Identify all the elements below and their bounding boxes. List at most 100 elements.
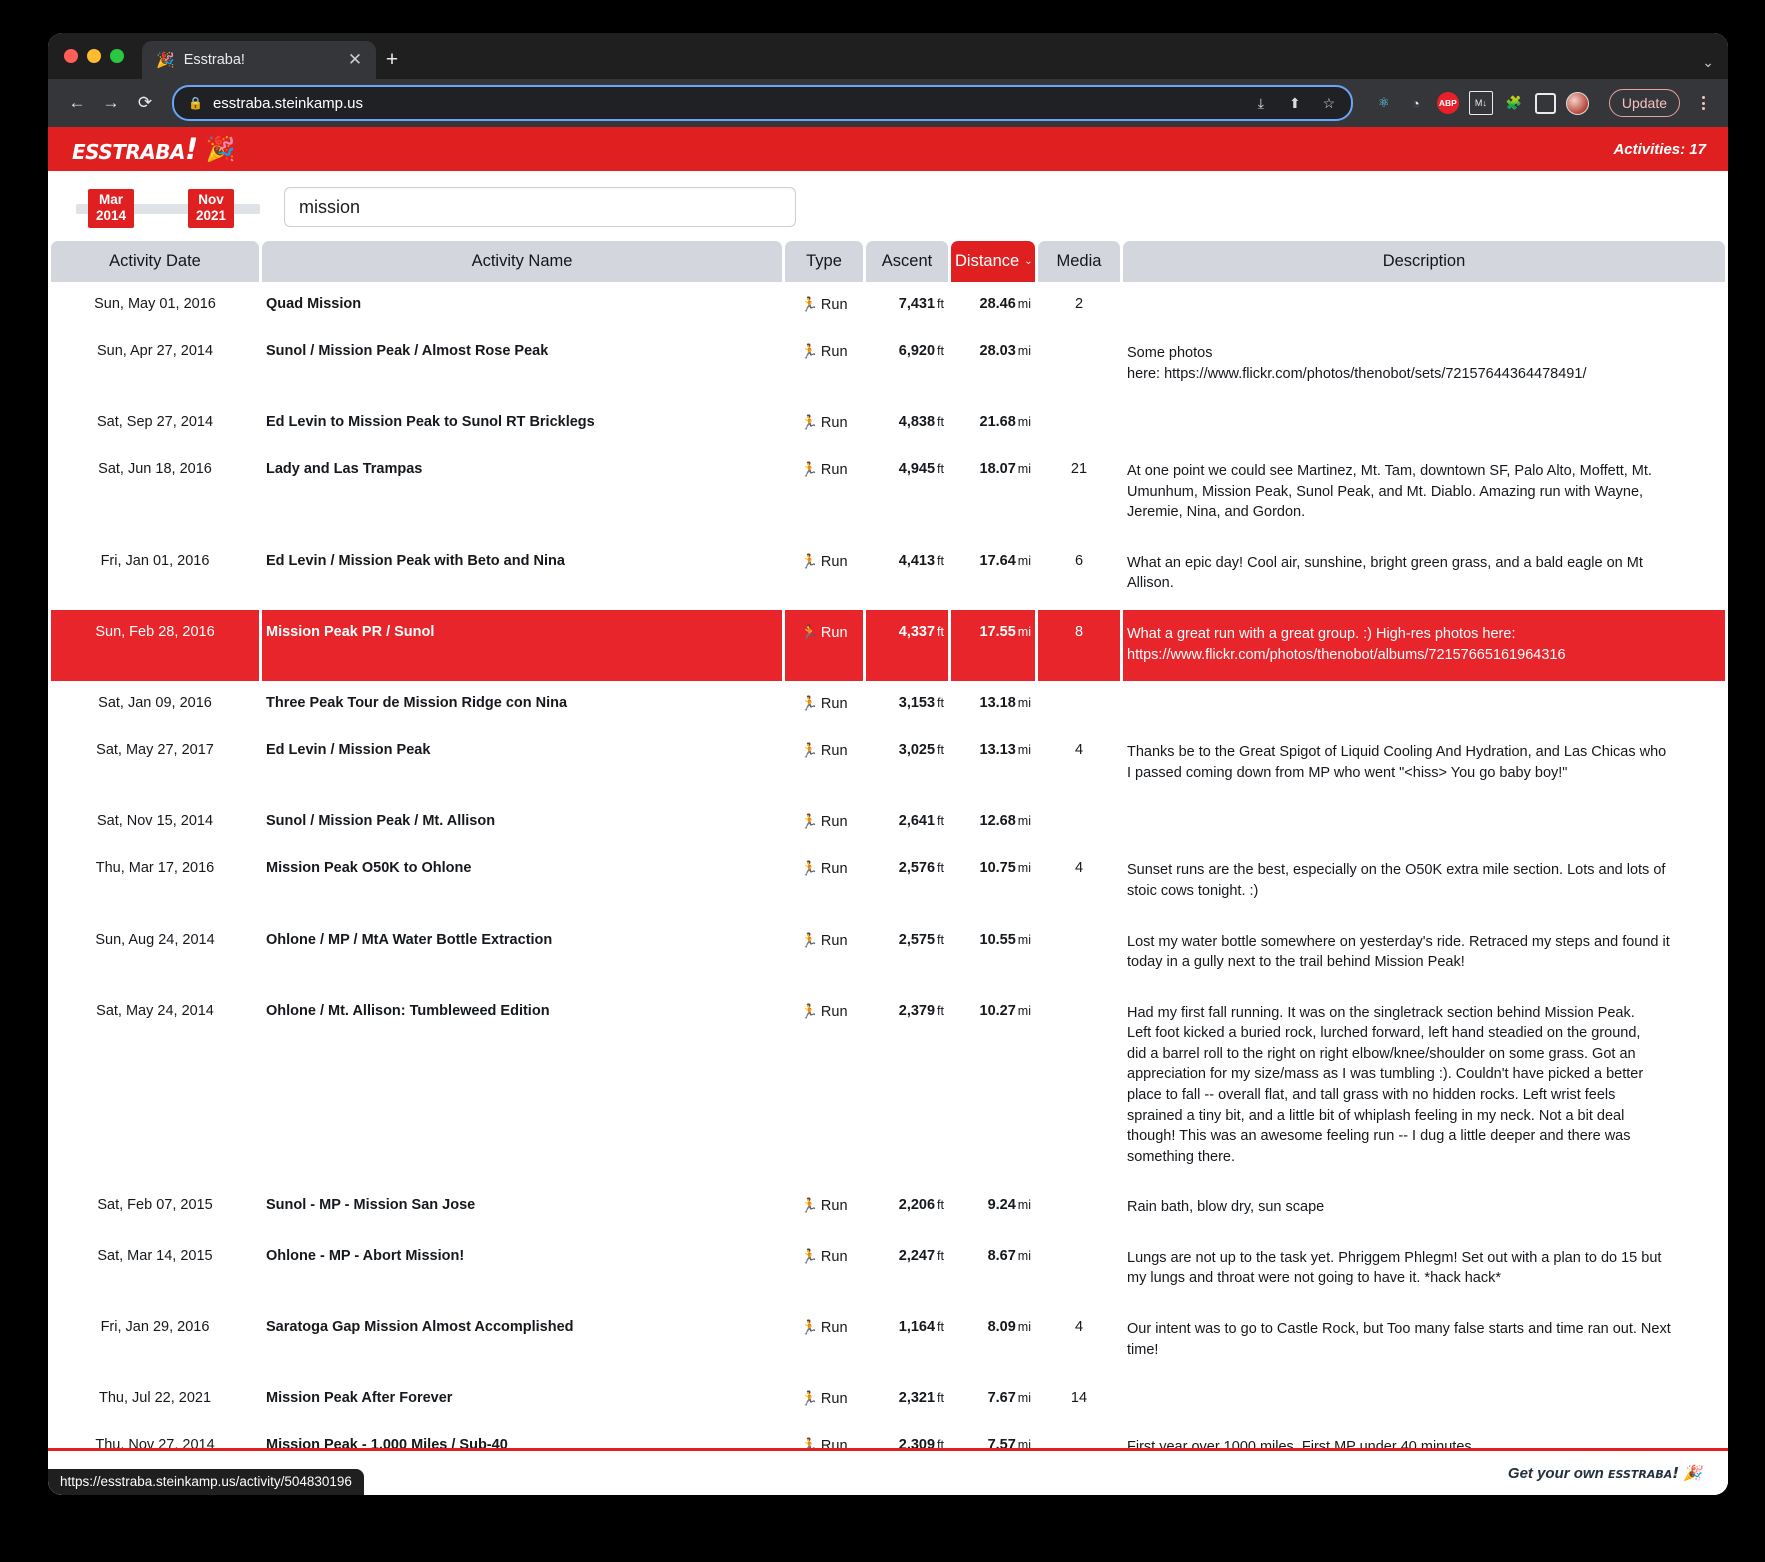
activity-name-link[interactable]: Quad Mission (266, 296, 361, 312)
column-header-media[interactable]: Media (1038, 241, 1120, 282)
browser-tab[interactable]: 🎉 Esstraba! ✕ (142, 41, 376, 79)
activity-name-link[interactable]: Lady and Las Trampas (266, 461, 422, 477)
activity-name-link[interactable]: Mission Peak PR / Sunol (266, 624, 434, 640)
close-window-button[interactable] (64, 49, 78, 63)
reload-button[interactable]: ⟳ (130, 88, 160, 118)
slider-start-year: 2014 (96, 208, 126, 223)
column-header-activity-name[interactable]: Activity Name (262, 241, 782, 282)
update-button[interactable]: Update (1609, 89, 1680, 117)
tab-list-chevron-icon[interactable]: ⌄ (1702, 54, 1714, 71)
profile-avatar[interactable] (1566, 92, 1589, 115)
table-row[interactable]: Fri, Jan 01, 2016Ed Levin / Mission Peak… (51, 539, 1725, 610)
slider-handle-start[interactable]: Mar 2014 (88, 189, 134, 228)
table-row[interactable]: Thu, Mar 17, 2016Mission Peak O50K to Oh… (51, 846, 1725, 917)
react-devtools-icon[interactable]: ⚛ (1373, 92, 1395, 114)
cell-activity-date: Sat, Feb 07, 2015 (51, 1183, 259, 1234)
cell-activity-date: Sun, Apr 27, 2014 (51, 329, 259, 400)
table-row[interactable]: Sat, Jan 09, 2016Three Peak Tour de Miss… (51, 681, 1725, 728)
table-row[interactable]: Sat, May 27, 2017 Ed Levin / Mission Peak… (51, 728, 1725, 799)
cell-activity-date: Sat, May 27, 2017 (51, 728, 259, 799)
distance-unit: mi (1018, 696, 1031, 710)
cell-activity-name: Ohlone - MP - Abort Mission! (262, 1234, 782, 1305)
running-person-icon: 🏃 (800, 1197, 817, 1213)
circle-extension-icon[interactable]: ◔ (1405, 92, 1427, 114)
table-row[interactable]: Sat, May 24, 2014Ohlone / Mt. Allison: T… (51, 989, 1725, 1184)
cell-activity-name: Sunol - MP - Mission San Jose (262, 1183, 782, 1234)
new-tab-button[interactable]: + (376, 41, 408, 79)
table-header-row: Activity Date Activity Name Type Ascent … (51, 241, 1725, 282)
column-header-type[interactable]: Type (785, 241, 863, 282)
table-row[interactable]: Sun, Apr 27, 2014 Sunol / Mission Peak / … (51, 329, 1725, 400)
ascent-unit: ft (937, 1004, 944, 1018)
table-row[interactable]: Sat, Nov 15, 2014Sunol / Mission Peak / … (51, 799, 1725, 846)
cell-activity-date: Sun, May 01, 2016 (51, 282, 259, 329)
markdown-download-icon[interactable]: M↓ (1469, 91, 1493, 115)
activity-name-link[interactable]: Mission Peak After Forever (266, 1390, 452, 1406)
extensions-puzzle-icon[interactable]: 🧩 (1503, 92, 1525, 114)
back-button[interactable]: ← (62, 88, 92, 118)
table-row[interactable]: Sat, Mar 14, 2015Ohlone - MP - Abort Mis… (51, 1234, 1725, 1305)
slider-handle-end[interactable]: Nov 2021 (188, 189, 234, 228)
adblock-plus-icon[interactable]: ABP (1437, 92, 1459, 114)
description-line: sprained a tiny bit, and a little bit of… (1127, 1106, 1721, 1127)
distance-value: 10.75 (980, 860, 1016, 876)
cell-media-count: 21 (1038, 447, 1120, 539)
activity-type-text: Run (821, 814, 848, 830)
cell-activity-name: Mission Peak PR / Sunol (262, 610, 782, 681)
activity-name-link[interactable]: Mission Peak O50K to Ohlone (266, 860, 471, 876)
cell-activity-type: 🏃Run (785, 1376, 863, 1423)
table-row[interactable]: Sun, May 01, 2016Quad Mission🏃Run7,431ft… (51, 282, 1725, 329)
get-your-own-link[interactable]: Get your own Esstraba! 🎉 (1508, 1464, 1702, 1482)
table-row[interactable]: Sun, Aug 24, 2014Ohlone / MP / MtA Water… (51, 918, 1725, 989)
maximize-window-button[interactable] (110, 49, 124, 63)
activity-name-link[interactable]: Saratoga Gap Mission Almost Accomplished (266, 1319, 574, 1335)
browser-tab-strip: 🎉 Esstraba! ✕ + ⌄ (48, 33, 1728, 79)
search-input[interactable]: mission (284, 187, 796, 227)
column-header-distance[interactable]: Distance⌄ (951, 241, 1035, 282)
table-row[interactable]: Sat, Feb 07, 2015 Sunol - MP - Mission Sa… (51, 1183, 1725, 1234)
activity-name-link[interactable]: Ed Levin / Mission Peak with Beto and Ni… (266, 553, 565, 569)
forward-button[interactable]: → (96, 88, 126, 118)
ascent-value: 4,838 (899, 414, 935, 430)
description-line: Lost my water bottle somewhere on yester… (1127, 932, 1721, 953)
brand[interactable]: Esstraba! 🎉 (72, 132, 236, 166)
side-panel-icon[interactable] (1535, 93, 1556, 114)
cell-description (1123, 282, 1725, 329)
browser-menu-kebab-icon[interactable] (1692, 96, 1714, 110)
install-app-icon[interactable]: ⤓ (1249, 91, 1273, 115)
cell-ascent: 4,945ft (866, 447, 948, 539)
cell-activity-date: Sat, Jun 18, 2016 (51, 447, 259, 539)
ascent-unit: ft (937, 861, 944, 875)
activity-name-link[interactable]: Sunol / Mission Peak / Almost Rose Peak (266, 343, 548, 359)
table-row[interactable]: Sun, Feb 28, 2016Mission Peak PR / Sunol… (51, 610, 1725, 681)
activity-type-text: Run (821, 462, 848, 478)
activity-name-link[interactable]: Ohlone - MP - Abort Mission! (266, 1248, 464, 1264)
activity-name-link[interactable]: Three Peak Tour de Mission Ridge con Nin… (266, 695, 567, 711)
table-row[interactable]: Thu, Jul 22, 2021Mission Peak After Fore… (51, 1376, 1725, 1423)
column-header-ascent[interactable]: Ascent (866, 241, 948, 282)
description-line: Some photos (1127, 343, 1721, 364)
share-icon[interactable]: ⬆ (1283, 91, 1307, 115)
table-row[interactable]: Fri, Jan 29, 2016Saratoga Gap Mission Al… (51, 1305, 1725, 1376)
bookmark-star-icon[interactable]: ☆ (1317, 91, 1341, 115)
cell-description: Sunset runs are the best, especially on … (1123, 846, 1725, 917)
activity-name-link[interactable]: Ed Levin / Mission Peak (266, 742, 430, 758)
date-range-slider[interactable]: Mar 2014 Nov 2021 (70, 185, 266, 229)
activity-name-link[interactable]: Ed Levin to Mission Peak to Sunol RT Bri… (266, 414, 595, 430)
cell-activity-name: Mission Peak After Forever (262, 1376, 782, 1423)
close-tab-icon[interactable]: ✕ (344, 49, 366, 71)
activity-name-link[interactable]: Sunol / Mission Peak / Mt. Allison (266, 813, 495, 829)
table-row[interactable]: Sat, Sep 27, 2014 Ed Levin to Mission Pea… (51, 400, 1725, 447)
activity-name-link[interactable]: Sunol - MP - Mission San Jose (266, 1197, 475, 1213)
search-input-value: mission (299, 197, 360, 218)
activity-name-link[interactable]: Ohlone / MP / MtA Water Bottle Extractio… (266, 932, 552, 948)
table-row[interactable]: Sat, Jun 18, 2016Lady and Las Trampas🏃Ru… (51, 447, 1725, 539)
minimize-window-button[interactable] (87, 49, 101, 63)
cell-media-count (1038, 1234, 1120, 1305)
activity-name-link[interactable]: Ohlone / Mt. Allison: Tumbleweed Edition (266, 1003, 550, 1019)
cell-activity-date: Sat, Sep 27, 2014 (51, 400, 259, 447)
address-bar[interactable]: 🔒 esstraba.steinkamp.us ⤓ ⬆ ☆ (172, 85, 1353, 121)
column-header-description[interactable]: Description (1123, 241, 1725, 282)
cell-media-count: 2 (1038, 282, 1120, 329)
column-header-activity-date[interactable]: Activity Date (51, 241, 259, 282)
